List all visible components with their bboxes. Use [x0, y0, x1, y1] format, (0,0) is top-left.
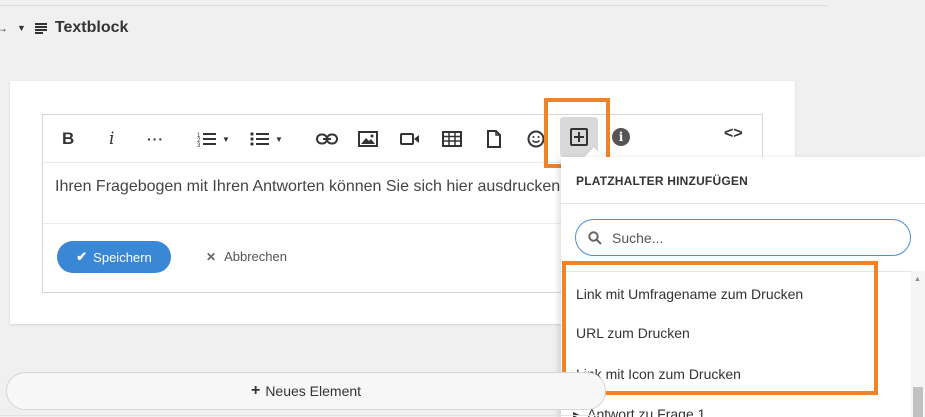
image-icon: [358, 131, 378, 147]
top-divider: [0, 5, 828, 6]
tree-item-label: Antwort zu Frage 1: [587, 406, 706, 417]
file-icon: [487, 130, 501, 148]
italic-button[interactable]: i: [109, 127, 114, 151]
image-button[interactable]: [358, 127, 378, 151]
search-field: [575, 219, 911, 256]
more-button[interactable]: ···: [147, 127, 164, 151]
save-label: Speichern: [93, 249, 152, 265]
editor-toolbar: B i ··· 1 2 3 ▼ ▼: [43, 115, 762, 163]
chevron-down-icon[interactable]: ▼: [275, 135, 283, 144]
cancel-label: Abbrechen: [224, 249, 287, 264]
video-camera-icon: [400, 133, 419, 145]
table-button[interactable]: [442, 127, 462, 151]
new-element-label: Neues Element: [265, 383, 362, 399]
bottom-divider: [0, 415, 600, 416]
emoji-button[interactable]: [527, 127, 545, 151]
block-header: → ▼ Textblock: [0, 17, 128, 39]
search-icon: [588, 230, 602, 245]
plus-icon: +: [250, 382, 261, 399]
block-title: Textblock: [54, 19, 129, 36]
smiley-icon: [527, 130, 545, 148]
video-button[interactable]: [400, 127, 420, 151]
drag-handle-icon[interactable]: →: [0, 21, 8, 35]
code-view-button[interactable]: <>: [724, 125, 743, 143]
check-icon: ✔: [76, 249, 88, 264]
close-icon: ✕: [206, 249, 217, 264]
editor-content[interactable]: Ihren Fragebogen mit Ihren Antworten kön…: [55, 178, 560, 196]
ordered-list-button[interactable]: 1 2 3 ▼: [197, 127, 230, 151]
scroll-up-icon[interactable]: ▲: [914, 276, 921, 283]
new-element-button[interactable]: + Neues Element: [6, 372, 606, 410]
save-button[interactable]: ✔ Speichern: [57, 241, 171, 273]
search-input[interactable]: [612, 229, 892, 246]
svg-text:3: 3: [197, 143, 201, 147]
caret-down-icon[interactable]: ▼: [17, 23, 26, 33]
scrollbar-thumb[interactable]: [913, 387, 923, 417]
dropdown-divider: [561, 203, 925, 204]
link-icon: [316, 133, 338, 145]
bullet-list-icon: [250, 132, 269, 146]
chevron-down-icon[interactable]: ▼: [222, 135, 230, 144]
file-button[interactable]: [487, 127, 501, 151]
link-button[interactable]: [316, 127, 338, 151]
scrollbar[interactable]: ▲: [911, 271, 925, 417]
text-lines-icon: [34, 22, 47, 34]
info-icon[interactable]: i: [612, 128, 630, 146]
bullet-list-button[interactable]: ▼: [250, 127, 283, 151]
highlight-frame: [562, 261, 878, 395]
table-icon: [442, 131, 462, 147]
ordered-list-icon: 1 2 3: [197, 133, 216, 147]
bold-button[interactable]: B: [62, 127, 74, 151]
dropdown-title: PLATZHALTER HINZUFÜGEN: [576, 174, 748, 188]
cancel-button[interactable]: ✕ Abbrechen: [206, 249, 287, 264]
